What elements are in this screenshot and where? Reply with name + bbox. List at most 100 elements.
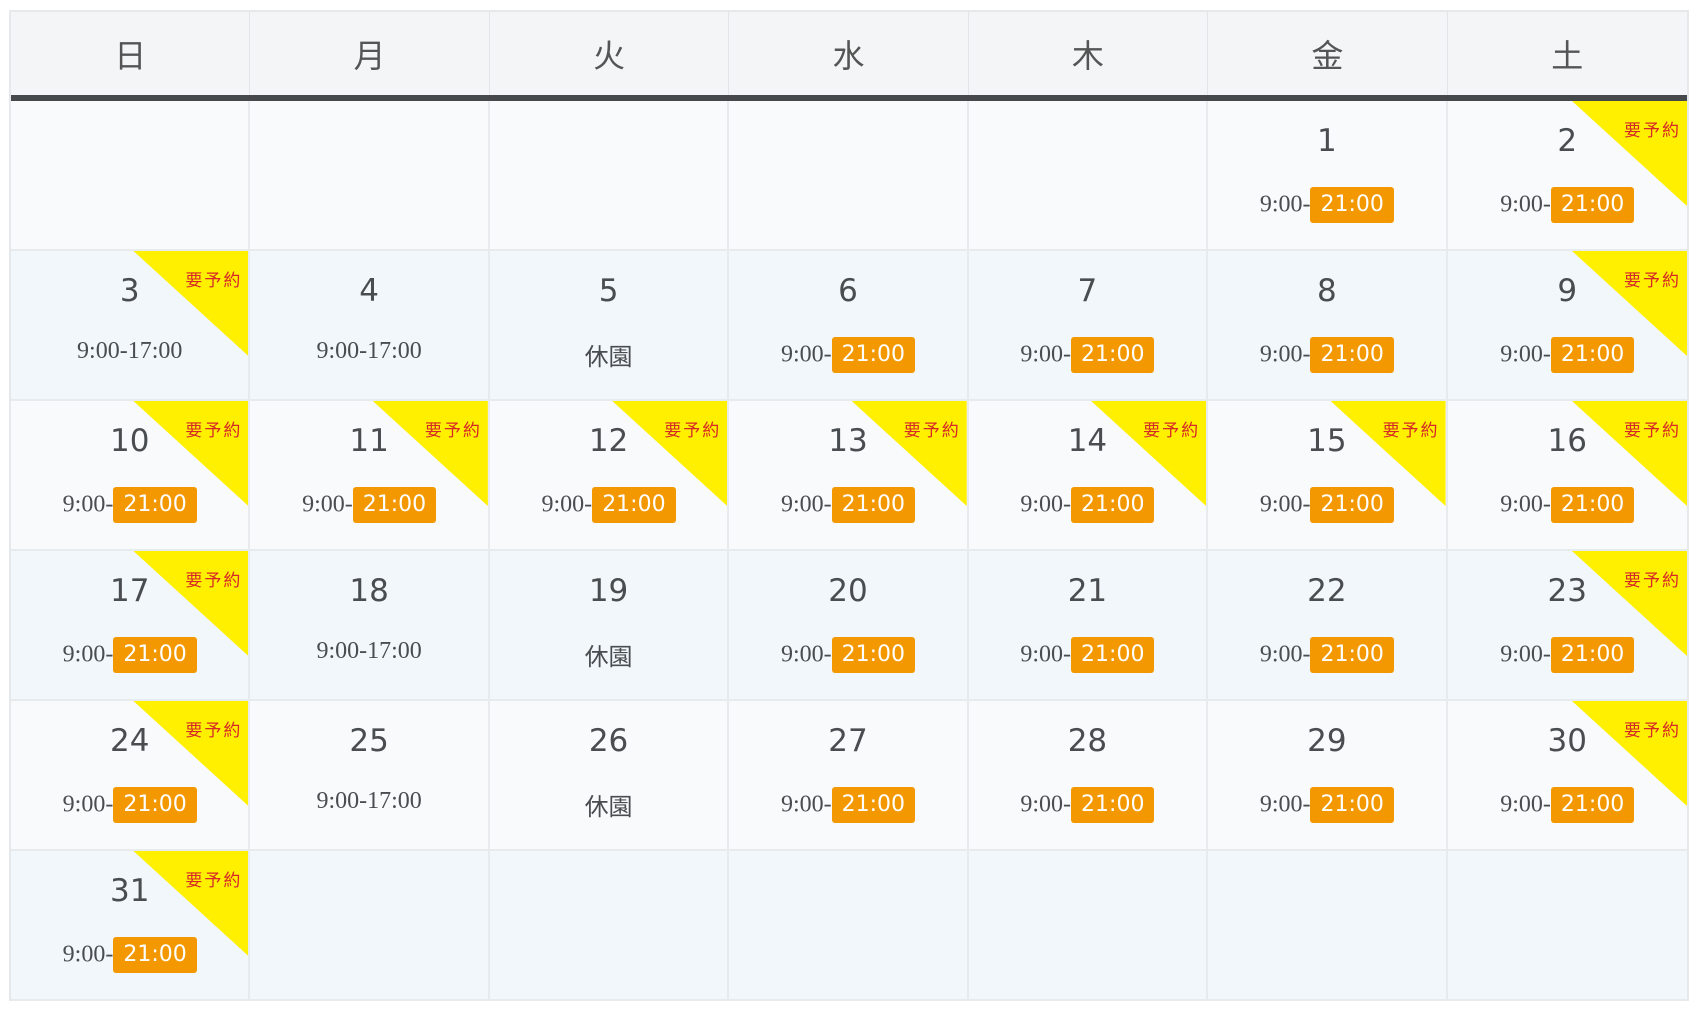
- empty-day-cell: [729, 101, 969, 249]
- day-number: 25: [349, 723, 389, 759]
- late-close-badge: 21:00: [1071, 337, 1155, 373]
- day-cell[interactable]: 要予約 30 9:00- 21:00: [1448, 701, 1687, 849]
- day-cell[interactable]: 28 9:00- 21:00: [969, 701, 1209, 849]
- day-cell[interactable]: 要予約 24 9:00- 21:00: [11, 701, 251, 849]
- late-close-badge: 21:00: [113, 937, 197, 973]
- day-cell[interactable]: 要予約 11 9:00- 21:00: [250, 401, 490, 549]
- day-cell[interactable]: 22 9:00- 21:00: [1208, 551, 1448, 699]
- day-cell[interactable]: 要予約 31 9:00- 21:00: [11, 851, 251, 999]
- day-cell[interactable]: 要予約 2 9:00- 21:00: [1448, 101, 1687, 249]
- day-cell[interactable]: 要予約 13 9:00- 21:00: [729, 401, 969, 549]
- day-cell[interactable]: 29 9:00- 21:00: [1208, 701, 1448, 849]
- day-cell[interactable]: 要予約 15 9:00- 21:00: [1208, 401, 1448, 549]
- open-time: 9:00-: [1259, 641, 1311, 668]
- late-close-badge: 21:00: [1310, 187, 1394, 223]
- day-cell[interactable]: 25 9:00-17:00: [250, 701, 490, 849]
- opening-hours: 9:00- 21:00: [729, 337, 966, 373]
- open-time: 9:00-: [780, 791, 832, 818]
- day-cell[interactable]: 27 9:00- 21:00: [729, 701, 969, 849]
- late-close-badge: 21:00: [1310, 337, 1394, 373]
- empty-day-cell: [490, 851, 730, 999]
- opening-hours: 9:00- 21:00: [11, 937, 248, 973]
- day-number: 9: [1557, 273, 1578, 309]
- day-number: 18: [349, 573, 389, 609]
- opening-hours: 9:00- 21:00: [490, 487, 727, 523]
- open-time: 9:00-: [1020, 341, 1072, 368]
- open-time: 9:00-: [1259, 191, 1311, 218]
- day-number: 27: [828, 723, 868, 759]
- opening-hours: 9:00- 21:00: [1448, 487, 1687, 523]
- day-cell[interactable]: 19 休園: [490, 551, 730, 699]
- opening-hours: 休園: [490, 787, 727, 822]
- day-number: 24: [109, 723, 150, 759]
- open-time: 9:00-: [1500, 491, 1551, 518]
- open-time: 9:00-: [1259, 341, 1311, 368]
- day-cell[interactable]: 26 休園: [490, 701, 730, 849]
- opening-hours: 9:00- 21:00: [1448, 187, 1687, 223]
- late-close-badge: 21:00: [113, 637, 197, 673]
- day-number: 21: [1067, 573, 1108, 609]
- empty-day-cell: [11, 101, 251, 249]
- week-row: 要予約 3 9:00-17:00 4 9:00-17:00 5 休園 6 9:00- 21:00 7…: [11, 251, 1687, 401]
- day-cell[interactable]: 7 9:00- 21:00: [969, 251, 1209, 399]
- late-close-badge: 21:00: [1550, 787, 1635, 823]
- day-cell[interactable]: 要予約 14 9:00- 21:00: [969, 401, 1209, 549]
- opening-hours: 9:00- 21:00: [1208, 787, 1445, 823]
- day-cell[interactable]: 要予約 9 9:00- 21:00: [1448, 251, 1687, 399]
- day-cell[interactable]: 要予約 23 9:00- 21:00: [1448, 551, 1687, 699]
- open-time: 9:00-: [1259, 491, 1311, 518]
- weekday-thu: 木: [969, 12, 1209, 95]
- late-close-badge: 21:00: [1310, 487, 1394, 523]
- empty-day-cell: [250, 851, 490, 999]
- late-close-badge: 21:00: [1550, 637, 1635, 673]
- day-cell[interactable]: 要予約 16 9:00- 21:00: [1448, 401, 1687, 549]
- day-cell[interactable]: 要予約 3 9:00-17:00: [11, 251, 251, 399]
- open-time: 9:00-: [780, 341, 832, 368]
- day-number: 7: [1077, 273, 1098, 309]
- opening-hours: 9:00- 21:00: [1208, 637, 1445, 673]
- open-time: 9:00-: [1020, 641, 1072, 668]
- week-row: 要予約 24 9:00- 21:00 25 9:00-17:00 26 休園 27 9:00- 21…: [11, 701, 1687, 851]
- day-cell[interactable]: 1 9:00- 21:00: [1208, 101, 1448, 249]
- empty-day-cell: [969, 101, 1209, 249]
- day-cell[interactable]: 要予約 17 9:00- 21:00: [11, 551, 251, 699]
- day-number: 17: [109, 573, 150, 609]
- day-cell[interactable]: 要予約 12 9:00- 21:00: [490, 401, 730, 549]
- empty-day-cell: [250, 101, 490, 249]
- open-time: 9:00-: [62, 491, 114, 518]
- day-number: 13: [828, 423, 868, 459]
- day-number: 11: [349, 423, 389, 459]
- day-number: 30: [1547, 723, 1587, 759]
- day-number: 10: [109, 423, 150, 459]
- late-close-badge: 21:00: [1550, 487, 1635, 523]
- day-number: 16: [1547, 423, 1587, 459]
- week-row: 要予約 31 9:00- 21:00: [11, 851, 1687, 1001]
- day-number: 1: [1316, 123, 1337, 159]
- day-cell[interactable]: 4 9:00-17:00: [250, 251, 490, 399]
- open-time: 9:00-: [1500, 791, 1551, 818]
- late-close-badge: 21:00: [1550, 337, 1635, 373]
- day-cell[interactable]: 5 休園: [490, 251, 730, 399]
- day-number: 19: [588, 573, 629, 609]
- opening-hours: 9:00- 21:00: [729, 787, 966, 823]
- day-cell[interactable]: 18 9:00-17:00: [250, 551, 490, 699]
- closed-label: 休園: [584, 795, 633, 821]
- opening-hours: 9:00- 21:00: [969, 487, 1206, 523]
- day-cell[interactable]: 8 9:00- 21:00: [1208, 251, 1448, 399]
- day-number: 31: [109, 873, 150, 909]
- opening-hours: 9:00- 21:00: [1448, 337, 1687, 373]
- opening-hours: 9:00- 21:00: [1448, 637, 1687, 673]
- opening-hours: 9:00- 21:00: [11, 637, 248, 673]
- day-cell[interactable]: 要予約 10 9:00- 21:00: [11, 401, 251, 549]
- closed-label: 休園: [584, 645, 633, 671]
- weekday-sat: 土: [1551, 36, 1584, 75]
- opening-hours: 9:00- 21:00: [1208, 337, 1445, 373]
- late-close-badge: 21:00: [1310, 637, 1394, 673]
- closed-label: 休園: [584, 345, 633, 371]
- weekday-tue: 火: [490, 12, 730, 95]
- calendar-body: 1 9:00- 21:00 要予約 2 9:00- 21:00 要予約 3 9:00-17:00 4…: [11, 101, 1687, 1001]
- day-cell[interactable]: 21 9:00- 21:00: [969, 551, 1209, 699]
- opening-hours: 9:00-17:00: [250, 637, 487, 665]
- day-cell[interactable]: 6 9:00- 21:00: [729, 251, 969, 399]
- day-cell[interactable]: 20 9:00- 21:00: [729, 551, 969, 699]
